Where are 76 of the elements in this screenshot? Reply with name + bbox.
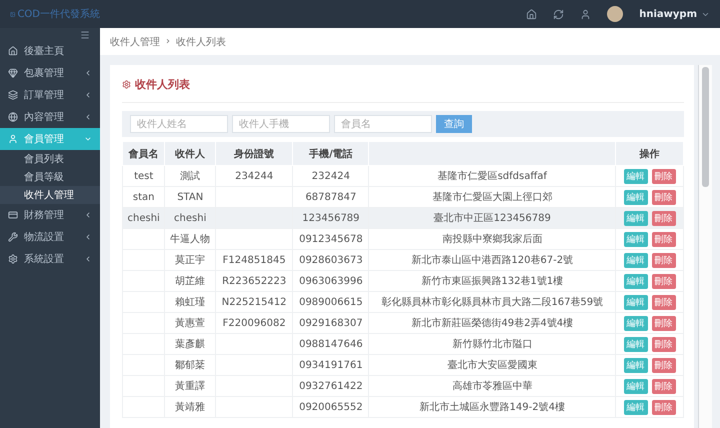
table-cell: 新北市土城區永豐路149-2號4樓 xyxy=(368,396,616,418)
search-field[interactable]: 會員名 xyxy=(334,115,432,133)
home-icon[interactable] xyxy=(526,8,538,20)
delete-button[interactable]: 刪除 xyxy=(652,190,676,204)
sidebar-item[interactable]: 包裹管理 xyxy=(0,62,100,84)
menu-icon[interactable] xyxy=(80,30,90,40)
table-cell: 黃靖雅 xyxy=(164,396,216,418)
chevron-icon xyxy=(84,135,92,143)
chevron-icon xyxy=(84,255,92,263)
breadcrumb-item[interactable]: 收件人管理 xyxy=(110,34,160,48)
delete-button[interactable]: 刪除 xyxy=(652,294,676,310)
edit-button[interactable]: 編輯 xyxy=(624,294,648,310)
separator: › xyxy=(166,36,170,47)
edit-button[interactable]: 編輯 xyxy=(624,378,648,394)
edit-button[interactable]: 編輯 xyxy=(624,210,648,226)
diamond-icon xyxy=(8,68,18,78)
search-field[interactable]: 收件人姓名 xyxy=(130,115,228,133)
username[interactable]: hniawypm xyxy=(639,8,697,20)
delete-button[interactable]: 刪除 xyxy=(652,358,676,372)
delete-button[interactable]: 刪除 xyxy=(652,316,676,330)
edit-button[interactable]: 編輯 xyxy=(624,252,648,268)
chevron-icon xyxy=(84,211,92,219)
scrollbar[interactable] xyxy=(698,65,712,428)
delete-button[interactable]: 刪除 xyxy=(652,336,676,352)
edit-button[interactable]: 編輯 xyxy=(624,190,648,204)
search-field[interactable]: 收件人手機 xyxy=(232,115,330,133)
layers-icon xyxy=(8,90,18,100)
breadcrumb-item: 收件人列表 xyxy=(176,36,226,48)
edit-button[interactable]: 編輯 xyxy=(624,358,648,372)
submenu-item[interactable]: 收件人管理 xyxy=(0,186,100,204)
avatar[interactable] xyxy=(607,6,624,22)
sidebar-item[interactable]: 系統設置 xyxy=(0,248,100,270)
sidebar-item[interactable]: 後臺主頁 xyxy=(0,40,100,62)
sidebar-item[interactable]: 內容管理 xyxy=(0,106,100,128)
search-button[interactable]: 查詢 xyxy=(436,115,472,133)
delete-button[interactable]: 刪除 xyxy=(652,252,676,268)
delete-button[interactable]: 刪除 xyxy=(652,274,676,288)
column-header: 收件人 xyxy=(164,142,216,166)
wrench-icon xyxy=(8,232,18,242)
column-header: 身份證號 xyxy=(216,142,293,166)
delete-button[interactable]: 刪除 xyxy=(652,210,676,226)
delete-button[interactable]: 刪除 xyxy=(652,168,676,184)
user-icon xyxy=(8,134,18,144)
edit-button[interactable]: 編輯 xyxy=(624,232,648,246)
delete-button[interactable]: 刪除 xyxy=(652,378,676,394)
table-cell: 0920065552 xyxy=(292,396,369,418)
edit-button[interactable]: 編輯 xyxy=(624,316,648,330)
submenu-item[interactable]: 會員列表 xyxy=(0,150,100,168)
chevron-icon xyxy=(84,91,92,99)
logo: COD一件代發系統 xyxy=(10,7,100,21)
column-header: 操作 xyxy=(616,142,684,166)
submenu-item[interactable]: 會員等級 xyxy=(0,168,100,186)
home-icon xyxy=(8,46,18,56)
column-header: 手機/電話 xyxy=(292,142,369,166)
edit-button[interactable]: 編輯 xyxy=(624,274,648,288)
sidebar-item[interactable]: 物流設置 xyxy=(0,226,100,248)
sidebar-item[interactable]: 財務管理 xyxy=(0,204,100,226)
delete-button[interactable]: 刪除 xyxy=(652,400,676,414)
globe-icon xyxy=(8,112,18,122)
sidebar-item[interactable]: 會員管理 xyxy=(0,128,100,150)
settings-icon xyxy=(8,254,18,264)
chevron-icon xyxy=(84,69,92,77)
edit-button[interactable]: 編輯 xyxy=(624,168,648,184)
settings-icon xyxy=(122,80,131,89)
delete-button[interactable]: 刪除 xyxy=(652,232,676,246)
edit-button[interactable]: 編輯 xyxy=(624,336,648,352)
column-header: 會員名 xyxy=(122,142,165,166)
refresh-icon[interactable] xyxy=(553,8,564,20)
card-icon xyxy=(8,210,18,220)
sidebar-item[interactable]: 訂單管理 xyxy=(0,84,100,106)
panel-title: 收件人列表 xyxy=(135,77,190,92)
chevron-icon xyxy=(84,113,92,121)
edit-button[interactable]: 編輯 xyxy=(624,400,648,414)
scrollbar-thumb[interactable] xyxy=(702,67,709,187)
user-icon[interactable] xyxy=(580,8,592,20)
chevron-icon xyxy=(84,233,92,241)
